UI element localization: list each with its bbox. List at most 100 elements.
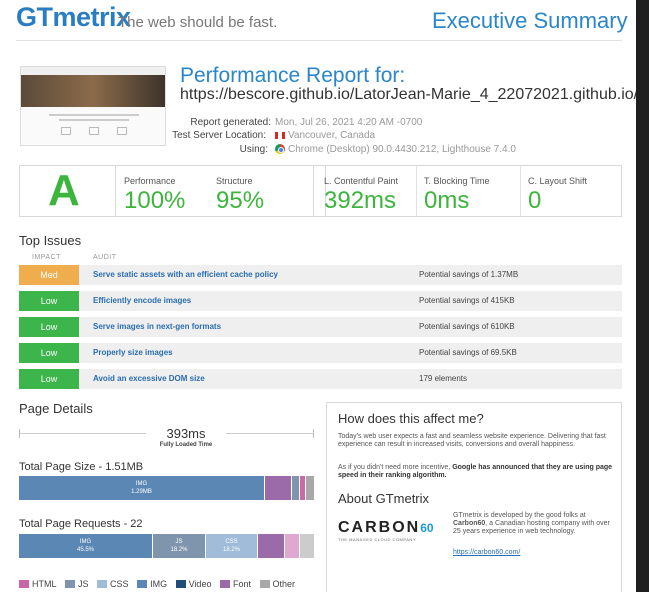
size-segment-html	[300, 476, 305, 500]
report-page: GTmetrix The web should be fast. Executi…	[0, 0, 636, 592]
legend-js: JS	[65, 579, 89, 589]
cls-value: 0	[528, 187, 542, 214]
page-details-title: Page Details	[19, 401, 93, 416]
header-divider	[16, 40, 622, 41]
audit-link[interactable]: Properly size images	[93, 343, 173, 363]
affect-paragraph-1: Today's web user expects a fast and seam…	[338, 433, 606, 448]
issue-row[interactable]: Low Efficiently encode images Potential …	[19, 291, 622, 311]
page-requests-bar: IMG 45.5% JS 18.2% CSS 18.2%	[19, 534, 314, 558]
how-does-this-affect-me-box: How does this affect me? Today's web use…	[326, 402, 622, 592]
location-value-wrap: Vancouver, Canada	[275, 130, 375, 141]
req-segment-css: CSS 18.2%	[206, 534, 257, 558]
issue-note: Potential savings of 69.5KB	[419, 348, 517, 357]
about-title: About GTmetrix	[338, 491, 430, 506]
size-segment-other	[306, 476, 314, 500]
cls-label: C. Layout Shift	[528, 176, 588, 186]
using-label: Using:	[239, 144, 268, 155]
legend-label: HTML	[32, 579, 57, 589]
grade-letter-cell: A	[20, 166, 116, 216]
audit-link[interactable]: Serve images in next-gen formats	[93, 317, 221, 337]
structure-label: Structure	[216, 176, 253, 186]
issue-note: Potential savings of 1.37MB	[419, 270, 519, 279]
carbon60-link[interactable]: https://carbon60.com/	[453, 549, 520, 556]
location-value: Vancouver, Canada	[288, 130, 376, 141]
legend-font: Font	[219, 579, 251, 589]
gtmetrix-logo[interactable]: GTmetrix	[16, 2, 131, 32]
report-url[interactable]: https://bescore.github.io/LatorJean-Mari…	[180, 86, 636, 104]
about-paragraph: GTmetrix is developed by the good folks …	[453, 512, 617, 536]
impact-badge: Low	[19, 317, 79, 337]
impact-badge: Low	[19, 291, 79, 311]
video-swatch-icon	[175, 580, 186, 588]
structure-value: 95%	[216, 187, 265, 214]
req-js-value: 18.2%	[170, 547, 188, 553]
req-segment-js: JS 18.2%	[153, 534, 205, 558]
lcp-label: L. Contentful Paint	[324, 176, 399, 186]
header: GTmetrix The web should be fast. Executi…	[0, 0, 636, 40]
top-issues-title: Top Issues	[19, 233, 82, 248]
legend-label: Other	[272, 579, 296, 589]
report-title: Performance Report for:	[180, 64, 406, 87]
using-value-wrap: Chrome (Desktop) 90.0.4430.212, Lighthou…	[275, 144, 516, 155]
affect-p2-start: As if you didn't need more incentive,	[338, 464, 453, 471]
audit-link[interactable]: Avoid an excessive DOM size	[93, 369, 205, 389]
content-type-legend: HTML JS CSS IMG Video Font Other	[19, 579, 301, 589]
issue-row[interactable]: Med Serve static assets with an efficien…	[19, 265, 622, 285]
page-size-bar: IMG 1.29MB	[19, 476, 314, 500]
performance-label: Performance	[124, 176, 176, 186]
legend-label: Video	[188, 579, 212, 589]
issue-note: Potential savings of 610KB	[419, 322, 515, 331]
carbon-num: 60	[420, 521, 434, 535]
timeline-tick	[19, 429, 20, 438]
font-swatch-icon	[219, 580, 230, 588]
impact-badge: Low	[19, 369, 79, 389]
legend-html: HTML	[19, 579, 57, 589]
fully-loaded-caption: Fully Loaded Time	[159, 442, 213, 448]
affect-paragraph-2: As if you didn't need more incentive, Go…	[338, 464, 618, 480]
js-swatch-icon	[65, 580, 76, 588]
issue-row[interactable]: Low Properly size images Potential savin…	[19, 343, 622, 363]
thumbnail-navbar	[21, 67, 165, 75]
size-img-value: 1.29MB	[131, 489, 152, 495]
other-swatch-icon	[259, 580, 270, 588]
issue-note: 179 elements	[419, 374, 468, 383]
thumbnail-text-line	[49, 114, 139, 116]
chrome-icon	[275, 144, 285, 154]
legend-video: Video	[175, 579, 212, 589]
gtmetrix-grade-box: A Performance 100% Structure 95%	[19, 165, 326, 217]
size-segment-font	[265, 476, 291, 500]
issue-row[interactable]: Low Serve images in next-gen formats Pot…	[19, 317, 622, 337]
timeline-tick	[313, 429, 314, 438]
lcp-value: 392ms	[324, 187, 397, 214]
audit-link[interactable]: Serve static assets with an efficient ca…	[93, 265, 278, 285]
req-js-label: JS	[175, 539, 183, 545]
size-img-label: IMG	[135, 481, 148, 487]
about-p-start: GTmetrix is developed by the good folks …	[453, 512, 586, 519]
issue-note: Potential savings of 415KB	[419, 296, 515, 305]
tbt-label: T. Blocking Time	[424, 176, 490, 186]
thumbnail-card	[89, 127, 99, 135]
web-vitals-box: L. Contentful Paint 392ms T. Blocking Ti…	[313, 165, 622, 217]
generated-value: Mon, Jul 26, 2021 4:20 AM -0700	[275, 117, 423, 128]
carbon-word: CARBON	[338, 519, 421, 536]
canada-flag-icon	[275, 132, 285, 139]
tbt-value: 0ms	[424, 187, 470, 214]
req-segment-img: IMG 45.5%	[19, 534, 152, 558]
audit-link[interactable]: Efficiently encode images	[93, 291, 191, 311]
thumbnail-card	[61, 127, 71, 135]
css-swatch-icon	[97, 580, 108, 588]
size-segment-img: IMG 1.29MB	[19, 476, 264, 500]
legend-css: CSS	[97, 579, 129, 589]
req-img-label: IMG	[79, 539, 92, 545]
location-label: Test Server Location:	[172, 130, 266, 141]
vital-divider	[520, 166, 521, 216]
issue-row[interactable]: Low Avoid an excessive DOM size 179 elem…	[19, 369, 622, 389]
impact-badge: Med	[19, 265, 79, 285]
about-p-bold: Carbon60	[453, 520, 486, 527]
impact-badge: Low	[19, 343, 79, 363]
thumbnail-hero-image	[21, 75, 165, 107]
req-segment-html	[285, 534, 299, 558]
audit-header: AUDIT	[93, 254, 117, 261]
req-css-label: CSS	[225, 539, 238, 545]
legend-label: JS	[78, 579, 89, 589]
